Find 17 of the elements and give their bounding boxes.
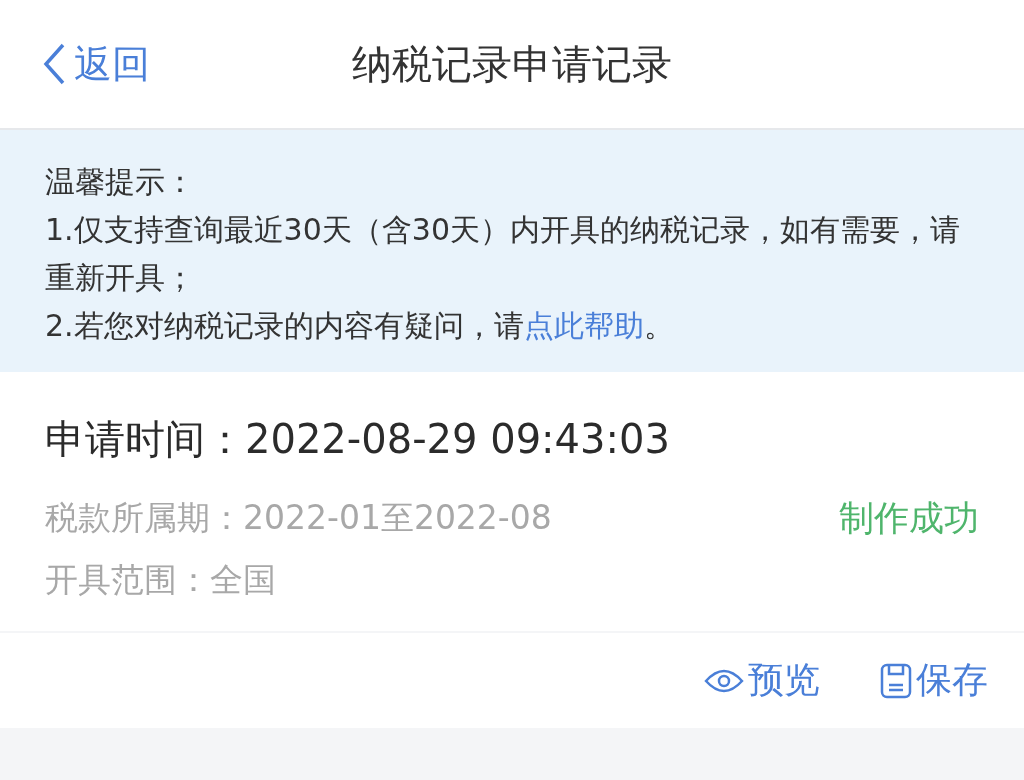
period-value: 2022-01至2022-08 [243,498,552,537]
page-title: 纳税记录申请记录 [352,40,672,87]
back-button[interactable]: 返回 [42,38,150,90]
chevron-left-icon [42,42,66,86]
scope-value: 全国 [210,560,276,599]
save-icon [880,662,912,699]
time-label: 申请时间： [45,416,245,462]
help-link[interactable]: 点此帮助 [523,308,644,343]
save-button[interactable]: 保存 [880,656,988,705]
period-label: 税款所属期： [45,498,243,537]
preview-button[interactable]: 预览 [704,656,820,705]
notice-title: 温馨提示： [45,163,196,201]
notice-text: 1.仅支持查询最近30天（含30天）内开具的纳税记录，如有需要，请重新开具； [45,211,961,297]
time-value: 2022-08-29 09:43:03 [245,416,670,462]
notice-text: 2.若您对纳税记录的内容有疑问，请点此帮助。 [45,307,675,345]
status-text: 制作成功 [839,497,979,540]
scope-label: 开具范围： [45,560,210,599]
